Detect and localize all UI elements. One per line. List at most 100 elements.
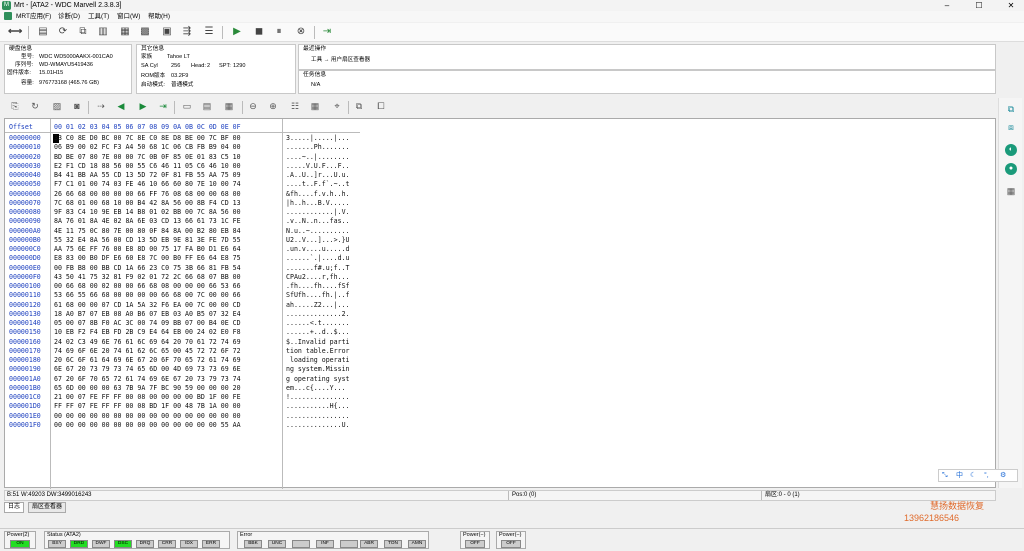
row-offset: 000000F0 (9, 272, 41, 281)
row-ascii: .......Ph....... (286, 143, 350, 152)
hex-row[interactable]: 00000180 20 6C 6F 61 64 69 6E 67 20 6F 70… (5, 356, 365, 365)
goto-icon[interactable]: ⇢ (94, 99, 108, 113)
hex-row[interactable]: 00000070 7C 68 01 00 68 10 00 B4 42 8A 56… (5, 199, 365, 208)
cancel-icon[interactable]: ⊗ (294, 25, 308, 39)
hex-row[interactable]: 00000050 F7 C1 01 00 74 03 FE 46 10 66 60… (5, 180, 365, 189)
notes-icon[interactable]: ☷ (288, 99, 302, 113)
copy-icon[interactable]: ⧉ (352, 99, 366, 113)
list-icon[interactable]: ☰ (202, 25, 216, 39)
module-icon[interactable]: ▥ (96, 25, 110, 39)
row-offset: 000000B0 (9, 235, 41, 244)
hex-row[interactable]: 000000E0 00 FB B8 00 BB CD 1A 66 23 C0 75… (5, 264, 365, 273)
table-icon[interactable]: ▦ (1004, 184, 1018, 198)
palette-icon[interactable]: ◐ (1005, 144, 1017, 156)
row-offset: 00000020 (9, 152, 41, 161)
hex-row[interactable]: 00000020 BD BE 07 80 7E 00 00 7C 0B 0F 85… (5, 153, 365, 162)
pause-icon[interactable]: ⏸ (272, 25, 286, 39)
row-offset: 000001B0 (9, 383, 41, 392)
menu-help[interactable]: 帮助(H) (148, 12, 170, 21)
play-icon[interactable]: ▶ (230, 25, 244, 39)
save-icon[interactable]: ▤ (200, 99, 214, 113)
hex-row[interactable]: 000001B0 65 6D 00 00 00 63 7B 9A 7F BC 90… (5, 384, 365, 393)
hex-row[interactable]: 000000C0 AA 75 6E FF 76 00 E8 8D 00 75 17… (5, 245, 365, 254)
close-button[interactable]: ✕ (1004, 0, 1018, 11)
drive-select-icon[interactable]: ⟷ (8, 25, 22, 39)
chip-icon[interactable]: ▦ (118, 25, 132, 39)
ime-keyboard-icon[interactable]: ⤡ (942, 470, 948, 481)
led-drq: DRQ (136, 540, 154, 548)
hex-row[interactable]: 000001F0 00 00 00 00 00 00 00 00 00 00 00… (5, 421, 365, 430)
hex-row[interactable]: 00000090 8A 76 01 8A 4E 02 8A 6E 03 CD 13… (5, 217, 365, 226)
power2-label: Power(2) (7, 532, 30, 538)
hex-row[interactable]: 000001A0 67 20 6F 70 65 72 61 74 69 6E 67… (5, 375, 365, 384)
minimize-button[interactable]: – (940, 0, 954, 11)
recent-op-item[interactable]: 工具 → 用户扇区查看器 (311, 57, 370, 65)
report-icon[interactable]: ▤ (36, 25, 50, 39)
tab-sector-viewer[interactable]: 扇区查看器 (28, 502, 67, 513)
hex-row[interactable]: 00000120 61 68 00 00 07 CD 1A 5A 32 F6 EA… (5, 301, 365, 310)
hex-row[interactable]: 00000110 53 66 55 66 68 00 00 00 00 66 68… (5, 291, 365, 300)
hex-row[interactable]: 00000170 74 69 6F 6E 20 74 61 62 6C 65 00… (5, 347, 365, 356)
hex-viewer[interactable]: Offset 00 01 02 03 04 05 06 07 08 09 0A … (4, 118, 996, 489)
image-icon[interactable]: ▨ (50, 99, 64, 113)
ime-moon-icon[interactable]: ☾ (970, 470, 976, 481)
zoom-in-icon[interactable]: ⊕ (266, 99, 280, 113)
refresh-doc-icon[interactable]: ⟳ (56, 25, 70, 39)
maximize-button[interactable]: ☐ (972, 0, 986, 11)
menu-window[interactable]: 窗口(W) (117, 12, 140, 21)
stop-circle-icon[interactable]: ◙ (70, 99, 84, 113)
menu-tools[interactable]: 工具(T) (88, 12, 109, 21)
bookmark-icon[interactable]: ⧈ (1004, 120, 1018, 134)
stop-icon[interactable]: ◼ (252, 25, 266, 39)
flow-icon[interactable]: ⇶ (180, 25, 194, 39)
chart-icon[interactable]: ▦ (222, 99, 236, 113)
hex-row[interactable]: 000000F0 43 50 41 75 32 81 F9 02 01 72 2C… (5, 273, 365, 282)
menu-diagnose[interactable]: 诊断(D) (58, 12, 80, 21)
row-offset: 00000120 (9, 300, 41, 309)
target-icon[interactable]: ⌖ (330, 99, 344, 113)
record-icon[interactable]: ● (1005, 163, 1017, 175)
paste-icon[interactable]: ⧠ (374, 99, 388, 113)
watermark: 慧扬数据恢复 13962186546 (904, 500, 984, 524)
hex-row[interactable]: 000000A0 4E 11 75 0C 80 7E 00 80 0F 84 8A… (5, 227, 365, 236)
hex-row[interactable]: 00000000 33 C0 8E D0 BC 00 7C 8E C0 8E D8… (5, 134, 365, 143)
spt-value: 1290 (233, 63, 246, 69)
grid-view-icon[interactable]: ▦ (308, 99, 322, 113)
last-sector-icon[interactable]: ⇥ (156, 99, 170, 113)
zoom-out-icon[interactable]: ⊖ (246, 99, 260, 113)
ime-mode[interactable]: 中 (956, 470, 963, 481)
open-file-icon[interactable]: ⎘ (8, 99, 22, 113)
main-toolbar (0, 23, 1024, 42)
hex-row[interactable]: 00000140 05 00 07 8B F0 AC 3C 00 74 09 BB… (5, 319, 365, 328)
hex-row[interactable]: 000001E0 00 00 00 00 00 00 00 00 00 00 00… (5, 412, 365, 421)
hex-row[interactable]: 000000B0 55 32 E4 8A 56 00 CD 13 5D EB 9E… (5, 236, 365, 245)
hex-row[interactable]: 000001D0 FF FF 07 FE FF FF 00 08 BD 1F 00… (5, 402, 365, 411)
hex-row[interactable]: 00000030 E2 F1 CD 18 88 56 00 55 C6 46 11… (5, 162, 365, 171)
hex-row[interactable]: 000001C0 21 00 07 FE FF FF 00 08 00 00 00… (5, 393, 365, 402)
hex-row[interactable]: 00000010 06 B9 00 02 FC F3 A4 50 68 1C 06… (5, 143, 365, 152)
hex-row[interactable]: 00000080 9F 83 C4 10 9E EB 14 B8 01 02 BB… (5, 208, 365, 217)
hex-row[interactable]: 00000160 24 02 C3 49 6E 76 61 6C 69 64 20… (5, 338, 365, 347)
next-sector-icon[interactable]: ▶ (136, 99, 150, 113)
copy-doc-icon[interactable]: ⧉ (76, 25, 90, 39)
ime-settings-icon[interactable]: ⚙ (1000, 470, 1006, 481)
hex-row[interactable]: 00000100 00 66 68 00 02 00 00 66 68 08 00… (5, 282, 365, 291)
menu-mrt[interactable]: MRT应用(F) (16, 12, 51, 21)
tab-log[interactable]: 日志 (4, 502, 25, 513)
hex-row[interactable]: 00000040 B4 41 BB AA 55 CD 13 5D 72 0F 81… (5, 171, 365, 180)
hex-row[interactable]: 00000190 6E 67 20 73 79 73 74 65 6D 00 4D… (5, 365, 365, 374)
grid-icon[interactable]: ▩ (138, 25, 152, 39)
hex-row[interactable]: 000000D0 E8 83 00 B0 DF E6 60 E8 7C 00 B0… (5, 254, 365, 263)
prev-sector-icon[interactable]: ◀ (114, 99, 128, 113)
reload-icon[interactable]: ↻ (28, 99, 42, 113)
folder-icon[interactable]: ▭ (180, 99, 194, 113)
sector-map-icon[interactable]: ⧉ (1004, 102, 1018, 116)
database-icon[interactable]: ▣ (160, 25, 174, 39)
ime-punct-icon[interactable]: °, (984, 470, 989, 481)
hex-row[interactable]: 00000130 18 A0 B7 07 EB 08 A0 B6 07 EB 03… (5, 310, 365, 319)
exit-icon[interactable]: ⇥ (320, 25, 334, 39)
row-hex: FF FF 07 FE FF FF 00 08 BD 1F 00 48 7B 1… (54, 402, 241, 411)
hex-row[interactable]: 00000150 10 EB F2 F4 EB FD 2B C9 E4 64 EB… (5, 328, 365, 337)
hex-row[interactable]: 00000060 26 66 68 00 00 00 00 66 FF 76 08… (5, 190, 365, 199)
row-hex: 06 B9 00 02 FC F3 A4 50 68 1C 06 CB FB B… (54, 143, 241, 152)
